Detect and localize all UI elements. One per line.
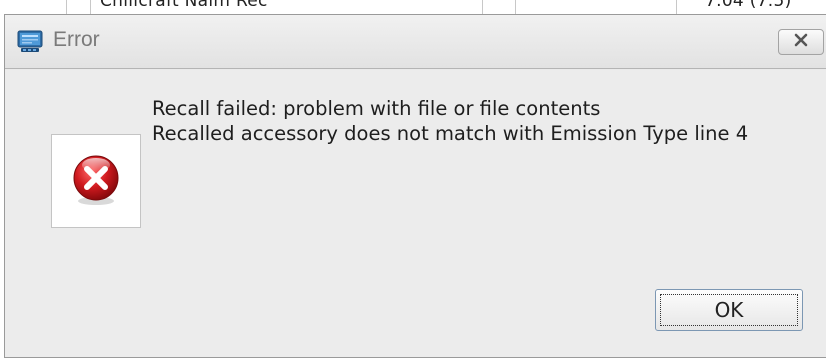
background-row-value: 7.04 (7.5)	[705, 0, 792, 11]
error-dialog: Error Recall failed: problem with file o…	[4, 14, 826, 358]
background-divider	[676, 0, 677, 14]
focus-ring	[660, 294, 798, 326]
background-row-text: Chillcraft Naim Rec	[100, 0, 268, 11]
error-message: Recall failed: problem with file or file…	[152, 96, 748, 146]
background-app-strip: Chillcraft Naim Rec 7.04 (7.5)	[0, 0, 826, 14]
background-divider	[515, 0, 516, 14]
error-message-line-1: Recall failed: problem with file or file…	[152, 97, 601, 120]
dialog-titlebar[interactable]: Error	[5, 15, 826, 69]
dialog-title: Error	[53, 28, 100, 51]
error-icon-frame	[51, 134, 141, 228]
error-message-line-2: Recalled accessory does not match with E…	[152, 122, 749, 145]
background-divider	[482, 0, 483, 14]
background-divider	[66, 0, 67, 14]
close-button[interactable]	[778, 29, 824, 55]
ok-button[interactable]: OK	[655, 289, 803, 331]
dialog-body: Recall failed: problem with file or file…	[5, 70, 826, 357]
app-monitor-icon	[17, 30, 43, 54]
error-icon	[66, 149, 126, 213]
background-divider	[90, 0, 91, 14]
close-icon	[793, 32, 809, 52]
